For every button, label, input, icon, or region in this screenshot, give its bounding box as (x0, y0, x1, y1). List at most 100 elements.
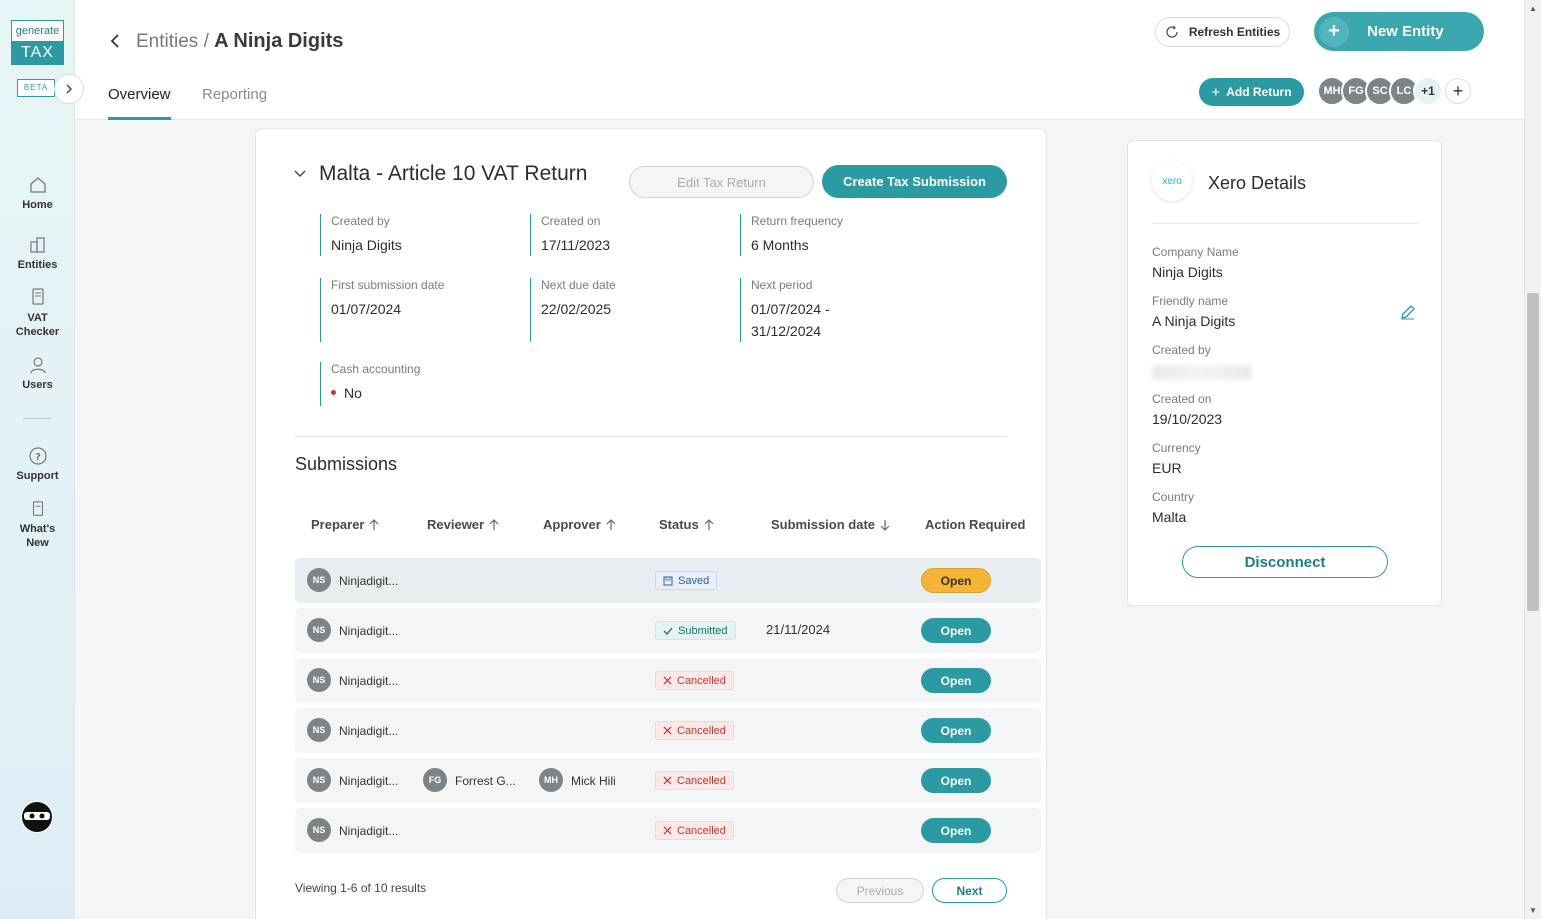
buildings-icon (29, 237, 45, 253)
table-row[interactable]: NS Ninjadigit... Submitted 21/11/2024 Op… (295, 608, 1041, 653)
more-avatars-count[interactable]: +1 (1413, 76, 1443, 106)
status-badge: Cancelled (655, 821, 734, 840)
plus-icon: + (1211, 83, 1221, 101)
field-created-on: Created on 17/11/2023 (530, 214, 610, 256)
open-button[interactable]: Open (921, 568, 991, 593)
preparer-avatar: NS (307, 568, 331, 592)
column-header-reviewer[interactable]: Reviewer (427, 517, 499, 532)
divider (1152, 223, 1418, 224)
status-badge: Cancelled (655, 671, 734, 690)
sidebar-item-vat-checker[interactable]: VAT Checker (0, 287, 75, 339)
scroll-up-icon[interactable]: ▲ (1529, 4, 1537, 13)
open-button[interactable]: Open (921, 718, 991, 743)
tab-reporting[interactable]: Reporting (202, 86, 267, 103)
pagination-summary: Viewing 1-6 of 10 results (295, 881, 427, 895)
add-return-button[interactable]: + Add Return (1199, 78, 1304, 106)
field-label: Created on (1152, 392, 1212, 406)
submission-date: 21/11/2024 (766, 622, 831, 637)
sidebar-item-support[interactable]: ? Support (0, 446, 75, 482)
preparer-name: Ninjadigit... (339, 774, 399, 788)
preparer-avatar: NS (307, 668, 331, 692)
add-member-button[interactable]: + (1445, 78, 1471, 104)
column-header-status[interactable]: Status (659, 517, 714, 532)
table-row[interactable]: NS Ninjadigit... Saved Open (295, 558, 1041, 603)
create-tax-submission-button[interactable]: Create Tax Submission (822, 165, 1007, 198)
user-avatar[interactable] (21, 801, 53, 833)
field-value: EUR (1152, 460, 1182, 476)
approver-avatar: MH (539, 768, 563, 792)
sidebar-item-label: Entities (17, 259, 58, 271)
column-label: Action Required (925, 517, 1026, 532)
scrollbar-thumb[interactable] (1527, 293, 1539, 611)
return-title: Malta - Article 10 VAT Return (319, 162, 588, 185)
new-entity-button[interactable]: + New Entity (1314, 12, 1484, 51)
xero-title: Xero Details (1208, 173, 1307, 193)
sidebar-item-entities[interactable]: Entities (0, 235, 75, 271)
preparer-name: Ninjadigit... (339, 674, 399, 688)
refresh-icon (1166, 25, 1178, 38)
sidebar-item-label: VAT Checker (15, 312, 60, 338)
status-text: Cancelled (677, 824, 726, 837)
svg-text:?: ? (35, 452, 41, 463)
column-header-approver[interactable]: Approver (543, 517, 616, 532)
disconnect-button[interactable]: Disconnect (1182, 546, 1388, 578)
user-icon (29, 357, 46, 374)
sidebar-item-whats-new[interactable]: What's New (0, 500, 75, 550)
field-value: 17/11/2023 (541, 237, 611, 253)
column-header-submission-date[interactable]: Submission date (771, 517, 890, 532)
previous-page-button[interactable]: Previous (836, 878, 924, 903)
field-label: Friendly name (1152, 294, 1229, 308)
breadcrumb: Entities / A Ninja Digits (136, 30, 343, 53)
close-icon (663, 676, 672, 685)
open-button[interactable]: Open (921, 818, 991, 843)
next-page-button[interactable]: Next (932, 878, 1007, 903)
open-button[interactable]: Open (921, 618, 991, 643)
sidebar-item-home[interactable]: Home (0, 175, 75, 211)
sort-up-icon (606, 518, 616, 530)
active-tab-indicator (108, 117, 171, 120)
approver-name: Mick Hili (571, 774, 616, 788)
breadcrumb-separator: / (198, 31, 215, 52)
edit-tax-return-button[interactable]: Edit Tax Return (629, 166, 814, 198)
table-row[interactable]: NS Ninjadigit... Cancelled Open (295, 708, 1041, 753)
close-icon (663, 826, 672, 835)
xero-friendly-name: Friendly name A Ninja Digits (1152, 294, 1235, 329)
sort-down-icon (880, 519, 890, 531)
page-scrollbar[interactable]: ▲ ▼ (1524, 0, 1541, 919)
chevron-left-icon (110, 34, 119, 48)
table-row[interactable]: NS Ninjadigit... Cancelled Open (295, 658, 1041, 703)
xero-logo: xero (1152, 161, 1192, 201)
refresh-entities-button[interactable]: Refresh Entities (1155, 17, 1290, 47)
reviewer-name: Forrest G... (455, 774, 516, 788)
preparer-name: Ninjadigit... (339, 724, 399, 738)
collapse-chevron-icon[interactable] (294, 169, 306, 179)
sidebar-item-users[interactable]: Users (0, 355, 75, 391)
breadcrumb-entities-link[interactable]: Entities (136, 31, 198, 52)
open-button[interactable]: Open (921, 768, 991, 793)
open-button[interactable]: Open (921, 668, 991, 693)
xero-currency: Currency EUR (1152, 441, 1201, 476)
xero-created-by: Created by (1152, 343, 1252, 380)
column-header-preparer[interactable]: Preparer (311, 517, 379, 532)
scroll-down-icon[interactable]: ▼ (1529, 906, 1537, 915)
table-row[interactable]: NS Ninjadigit... Cancelled Open (295, 808, 1041, 853)
column-label: Approver (543, 517, 601, 532)
logo-top-text: generate (15, 25, 60, 37)
team-avatars: MH FG SC LC +1 + (1317, 76, 1471, 106)
new-entity-label: New Entity (1367, 23, 1444, 40)
field-value: 01/07/2024 - (751, 301, 830, 317)
preparer-avatar: NS (307, 618, 331, 642)
tab-overview[interactable]: Overview (108, 86, 171, 103)
column-label: Status (659, 517, 699, 532)
back-button[interactable] (104, 30, 126, 52)
sidebar-item-label: What's New (19, 523, 56, 549)
page-header: Entities / A Ninja Digits Refresh Entiti… (75, 0, 1524, 120)
sidebar-expand-button[interactable] (54, 74, 84, 104)
logo-bottom-text: TAX (12, 41, 63, 65)
edit-pencil-icon[interactable] (1400, 304, 1416, 320)
field-first-submission-date: First submission date 01/07/2024 (320, 278, 444, 342)
field-value: 01/07/2024 (331, 301, 402, 317)
app-logo[interactable]: generate TAX (11, 20, 64, 65)
preparer-avatar: NS (307, 718, 331, 742)
table-row[interactable]: NS Ninjadigit... FG Forrest G... MH Mick… (295, 758, 1041, 803)
